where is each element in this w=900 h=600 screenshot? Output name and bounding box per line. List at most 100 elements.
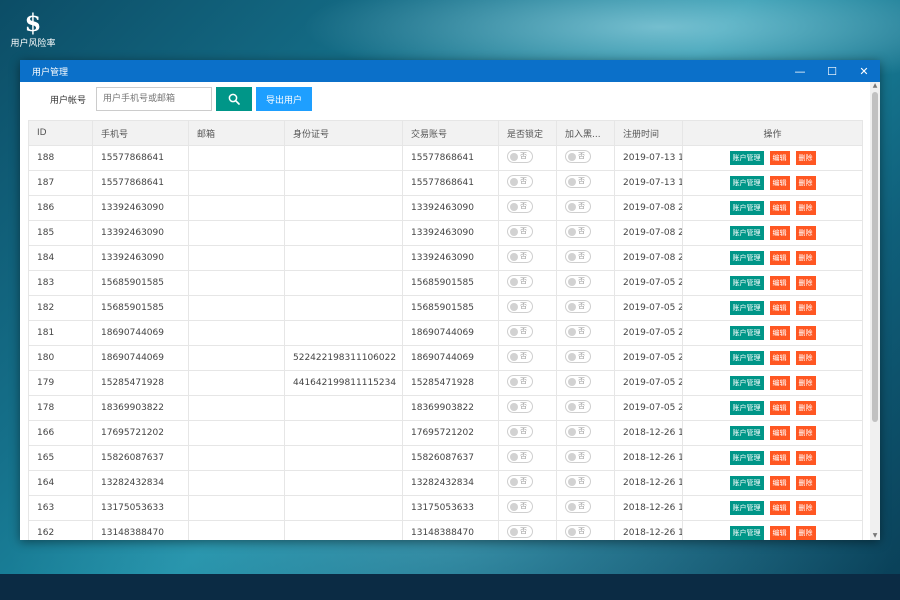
edit-button[interactable]: 编辑 (769, 501, 790, 515)
edit-button[interactable]: 编辑 (769, 326, 790, 340)
blacklist-toggle[interactable]: 否 (565, 450, 591, 463)
account-manage-button[interactable]: 账户管理 (729, 301, 764, 315)
search-input[interactable] (96, 87, 213, 111)
delete-button[interactable]: 删除 (795, 526, 816, 540)
edit-button[interactable]: 编辑 (769, 526, 790, 540)
blacklist-toggle[interactable]: 否 (565, 500, 591, 513)
blacklist-toggle[interactable]: 否 (565, 150, 591, 163)
edit-button[interactable]: 编辑 (769, 426, 790, 440)
blacklist-toggle[interactable]: 否 (565, 275, 591, 288)
delete-button[interactable]: 删除 (795, 351, 816, 365)
locked-toggle[interactable]: 否 (507, 400, 533, 413)
column-header-blacklist[interactable]: 加入黑... (556, 120, 615, 146)
column-header-account[interactable]: 交易账号 (402, 120, 499, 146)
blacklist-toggle[interactable]: 否 (565, 425, 591, 438)
edit-button[interactable]: 编辑 (769, 376, 790, 390)
edit-button[interactable]: 编辑 (769, 201, 790, 215)
export-users-button[interactable]: 导出用户 (256, 87, 313, 111)
column-header-phone[interactable]: 手机号 (92, 120, 189, 146)
edit-button[interactable]: 编辑 (769, 401, 790, 415)
column-header-locked[interactable]: 是否锁定 (498, 120, 557, 146)
edit-button[interactable]: 编辑 (769, 276, 790, 290)
minimize-button[interactable]: — (784, 60, 816, 82)
blacklist-toggle[interactable]: 否 (565, 525, 591, 538)
vertical-scrollbar[interactable]: ▲ ▼ (870, 82, 880, 540)
locked-toggle[interactable]: 否 (507, 300, 533, 313)
locked-toggle[interactable]: 否 (507, 200, 533, 213)
locked-toggle[interactable]: 否 (507, 425, 533, 438)
delete-button[interactable]: 删除 (795, 276, 816, 290)
blacklist-toggle[interactable]: 否 (565, 200, 591, 213)
locked-toggle[interactable]: 否 (507, 325, 533, 338)
scroll-down-arrow[interactable]: ▼ (870, 532, 880, 540)
delete-button[interactable]: 删除 (795, 176, 816, 190)
locked-toggle[interactable]: 否 (507, 225, 533, 238)
account-manage-button[interactable]: 账户管理 (729, 201, 764, 215)
edit-button[interactable]: 编辑 (769, 251, 790, 265)
account-manage-button[interactable]: 账户管理 (729, 176, 764, 190)
edit-button[interactable]: 编辑 (769, 226, 790, 240)
delete-button[interactable]: 删除 (795, 476, 816, 490)
blacklist-toggle[interactable]: 否 (565, 350, 591, 363)
locked-toggle[interactable]: 否 (507, 500, 533, 513)
column-header-actions[interactable]: 操作 (682, 120, 863, 146)
account-manage-button[interactable]: 账户管理 (729, 351, 764, 365)
scrollbar-thumb[interactable] (872, 92, 878, 422)
delete-button[interactable]: 删除 (795, 226, 816, 240)
account-manage-button[interactable]: 账户管理 (729, 401, 764, 415)
edit-button[interactable]: 编辑 (769, 176, 790, 190)
account-manage-button[interactable]: 账户管理 (729, 276, 764, 290)
locked-toggle[interactable]: 否 (507, 350, 533, 363)
account-manage-button[interactable]: 账户管理 (729, 151, 764, 165)
delete-button[interactable]: 删除 (795, 501, 816, 515)
blacklist-toggle[interactable]: 否 (565, 475, 591, 488)
delete-button[interactable]: 删除 (795, 451, 816, 465)
column-header-regtime[interactable]: 注册时间 (614, 120, 683, 146)
blacklist-toggle[interactable]: 否 (565, 325, 591, 338)
column-header-id[interactable]: ID (28, 120, 93, 146)
delete-button[interactable]: 删除 (795, 426, 816, 440)
blacklist-toggle[interactable]: 否 (565, 375, 591, 388)
window-titlebar[interactable]: 用户管理 — ☐ ✕ (20, 60, 880, 82)
account-manage-button[interactable]: 账户管理 (729, 226, 764, 240)
close-button[interactable]: ✕ (848, 60, 880, 82)
locked-toggle[interactable]: 否 (507, 175, 533, 188)
locked-toggle[interactable]: 否 (507, 275, 533, 288)
delete-button[interactable]: 删除 (795, 376, 816, 390)
search-button[interactable] (216, 87, 253, 111)
column-header-email[interactable]: 邮箱 (188, 120, 285, 146)
account-manage-button[interactable]: 账户管理 (729, 426, 764, 440)
scroll-up-arrow[interactable]: ▲ (870, 82, 880, 90)
blacklist-toggle[interactable]: 否 (565, 225, 591, 238)
locked-toggle[interactable]: 否 (507, 150, 533, 163)
edit-button[interactable]: 编辑 (769, 151, 790, 165)
account-manage-button[interactable]: 账户管理 (729, 326, 764, 340)
delete-button[interactable]: 删除 (795, 401, 816, 415)
blacklist-toggle[interactable]: 否 (565, 300, 591, 313)
edit-button[interactable]: 编辑 (769, 351, 790, 365)
locked-toggle[interactable]: 否 (507, 525, 533, 538)
account-manage-button[interactable]: 账户管理 (729, 526, 764, 540)
blacklist-toggle[interactable]: 否 (565, 250, 591, 263)
account-manage-button[interactable]: 账户管理 (729, 451, 764, 465)
delete-button[interactable]: 删除 (795, 151, 816, 165)
delete-button[interactable]: 删除 (795, 251, 816, 265)
delete-button[interactable]: 删除 (795, 201, 816, 215)
blacklist-toggle[interactable]: 否 (565, 175, 591, 188)
locked-toggle[interactable]: 否 (507, 475, 533, 488)
account-manage-button[interactable]: 账户管理 (729, 376, 764, 390)
account-manage-button[interactable]: 账户管理 (729, 251, 764, 265)
locked-toggle[interactable]: 否 (507, 375, 533, 388)
account-manage-button[interactable]: 账户管理 (729, 501, 764, 515)
maximize-button[interactable]: ☐ (816, 60, 848, 82)
blacklist-toggle[interactable]: 否 (565, 400, 591, 413)
edit-button[interactable]: 编辑 (769, 451, 790, 465)
locked-toggle[interactable]: 否 (507, 450, 533, 463)
edit-button[interactable]: 编辑 (769, 476, 790, 490)
desktop-icon-user-risk[interactable]: $ 用户风险率 (8, 8, 58, 50)
account-manage-button[interactable]: 账户管理 (729, 476, 764, 490)
delete-button[interactable]: 删除 (795, 326, 816, 340)
locked-toggle[interactable]: 否 (507, 250, 533, 263)
delete-button[interactable]: 删除 (795, 301, 816, 315)
edit-button[interactable]: 编辑 (769, 301, 790, 315)
